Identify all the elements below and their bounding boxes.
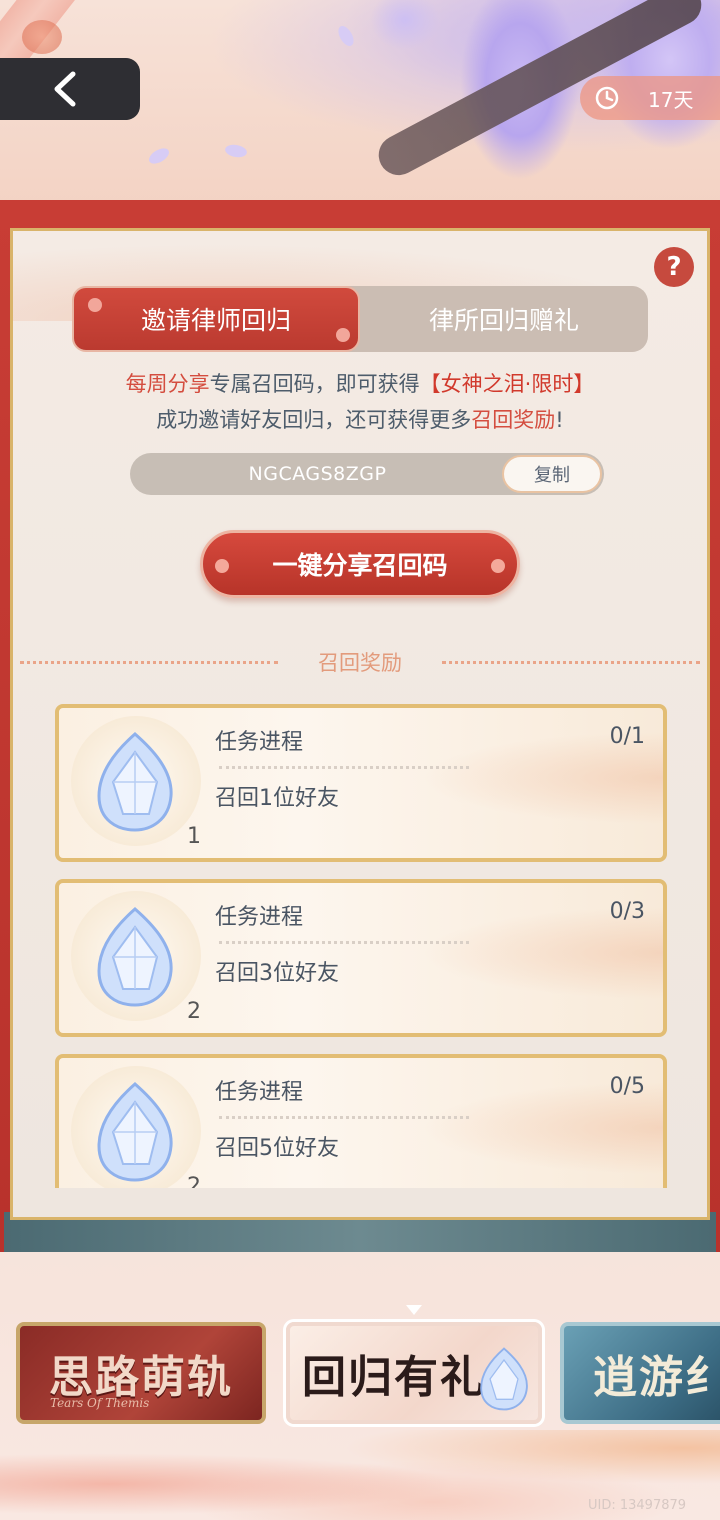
chevron-left-icon xyxy=(54,71,76,107)
divider-dotted xyxy=(219,941,469,944)
reward-item[interactable]: 1 xyxy=(71,716,201,849)
reward-item[interactable]: 2 xyxy=(71,891,201,1024)
tear-gem-icon xyxy=(97,1082,173,1182)
question-mark-icon: ? xyxy=(666,252,682,282)
petal-decoration xyxy=(335,23,357,49)
uid-label: UID: 13497879 xyxy=(588,1498,687,1513)
knot-decoration xyxy=(491,559,505,573)
tab-label: 律所回归赠礼 xyxy=(428,306,579,335)
divider-dotted xyxy=(219,766,469,769)
back-button[interactable] xyxy=(0,58,140,120)
reward-card: 2 任务进程 0/3 召回3位好友 xyxy=(55,879,667,1037)
promo-line-2: 成功邀请好友回归，还可获得更多召回奖励! xyxy=(0,404,720,434)
promo-text: 成功邀请好友回归，还可获得更多 xyxy=(156,408,472,432)
reward-card: 2 任务进程 0/5 召回5位好友 xyxy=(55,1054,667,1188)
tear-gem-icon xyxy=(97,907,173,1007)
clock-icon xyxy=(595,86,619,110)
copy-button[interactable]: 复制 xyxy=(502,455,602,493)
divider-dotted xyxy=(442,661,700,664)
recall-code-value: NGCAGS8ZGP xyxy=(248,463,387,485)
task-progress: 0/5 xyxy=(609,1074,645,1099)
event-banner-3[interactable]: 逍游纟 xyxy=(560,1322,720,1424)
event-banner-1[interactable]: 思路萌轨 Tears Of Themis xyxy=(16,1322,266,1424)
tab-label: 邀请律师回归 xyxy=(140,306,291,335)
tab-bar: 邀请律师回归 律所回归赠礼 xyxy=(72,286,648,352)
event-timer: 17天 xyxy=(580,76,720,120)
petal-decoration xyxy=(146,145,172,167)
promo-highlight: 召回奖励 xyxy=(471,408,556,432)
wisteria-decoration xyxy=(370,0,440,50)
lantern-decoration xyxy=(22,20,62,54)
petal-decoration xyxy=(224,143,248,159)
task-description: 召回5位好友 xyxy=(215,1136,339,1161)
knot-decoration xyxy=(215,559,229,573)
tab-firm-gift[interactable]: 律所回归赠礼 xyxy=(360,286,648,352)
promo-text: ! xyxy=(555,408,564,432)
recall-code-field: NGCAGS8ZGP 复制 xyxy=(130,453,604,495)
selected-indicator xyxy=(406,1305,422,1315)
reward-list[interactable]: 1 任务进程 0/1 召回1位好友 2 任务进程 0/3 召回3位好友 2 任务… xyxy=(13,700,707,1188)
knot-decoration xyxy=(336,328,350,342)
promo-text: 专属召回码，即可获得 xyxy=(209,372,420,396)
share-code-button[interactable]: 一键分享召回码 xyxy=(200,530,520,598)
task-progress: 0/3 xyxy=(609,899,645,924)
task-description: 召回1位好友 xyxy=(215,786,339,811)
timer-text: 17天 xyxy=(648,87,694,112)
reward-count: 2 xyxy=(187,1174,201,1188)
banner-subtitle: Tears Of Themis xyxy=(50,1396,150,1410)
tear-gem-icon xyxy=(97,732,173,832)
task-label: 任务进程 xyxy=(215,1080,304,1105)
task-progress: 0/1 xyxy=(609,724,645,749)
event-banner-2[interactable]: 回归有礼 xyxy=(286,1322,542,1424)
task-label: 任务进程 xyxy=(215,905,304,930)
reward-count: 2 xyxy=(187,999,201,1024)
task-description: 召回3位好友 xyxy=(215,961,339,986)
promo-highlight: 每周分享 xyxy=(125,372,210,396)
reward-item[interactable]: 2 xyxy=(71,1066,201,1188)
reward-card: 1 任务进程 0/1 召回1位好友 xyxy=(55,704,667,862)
divider-dotted xyxy=(219,1116,469,1119)
promo-reward-name: 【女神之泪·限时】 xyxy=(419,372,595,396)
share-button-label: 一键分享召回码 xyxy=(272,551,448,580)
tab-invite-lawyer[interactable]: 邀请律师回归 xyxy=(72,286,360,352)
banner-title: 回归有礼 xyxy=(302,1352,486,1403)
task-label: 任务进程 xyxy=(215,730,304,755)
banner-title: 逍游纟 xyxy=(593,1352,720,1403)
knot-decoration xyxy=(88,298,102,312)
promo-line-1: 每周分享专属召回码，即可获得【女神之泪·限时】 xyxy=(0,368,720,398)
reward-count: 1 xyxy=(187,824,201,849)
tear-gem-icon xyxy=(480,1347,528,1411)
help-button[interactable]: ? xyxy=(654,247,694,287)
